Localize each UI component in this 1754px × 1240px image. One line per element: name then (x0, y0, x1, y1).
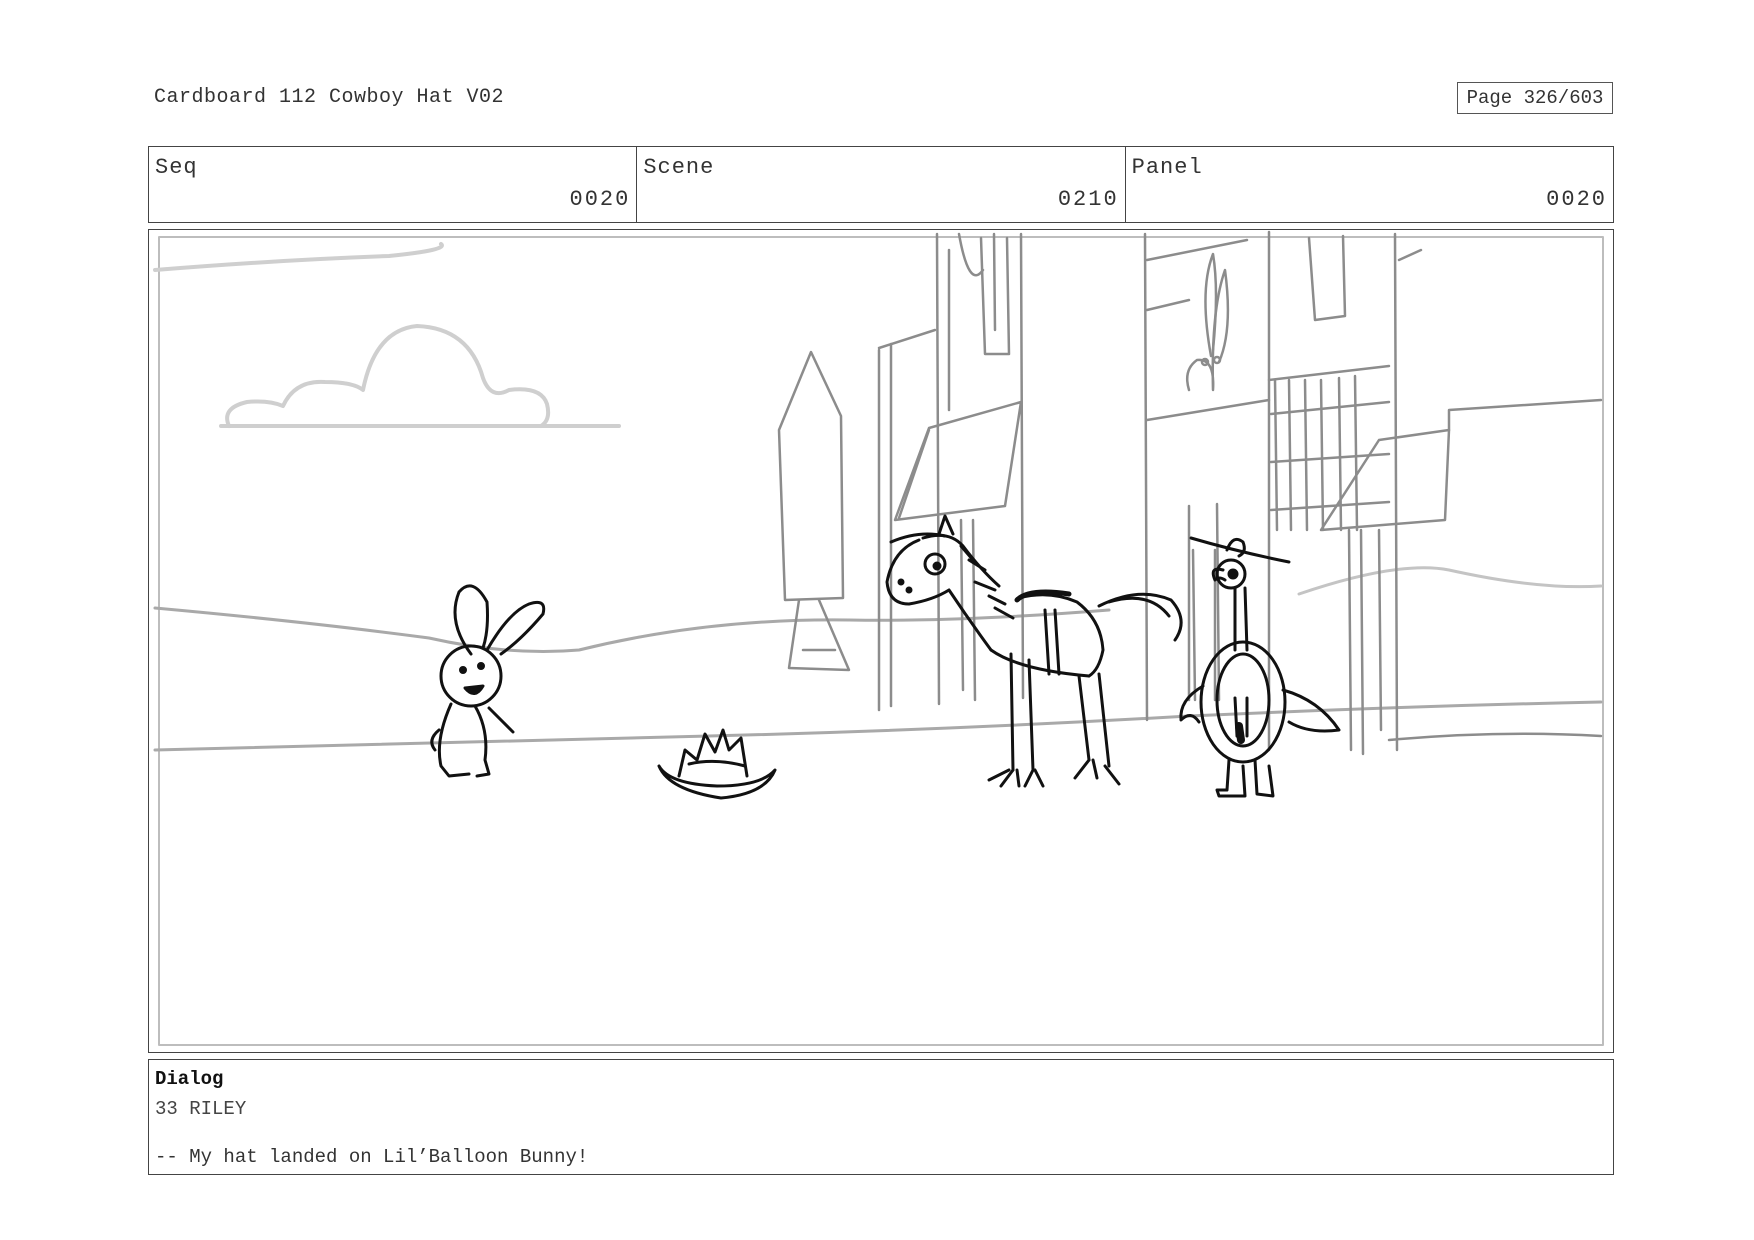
shot-info-table: Seq 0020 Scene 0210 Panel 0020 (148, 146, 1614, 223)
sky-sketch (153, 242, 621, 428)
bunny-character (430, 584, 546, 778)
cowboy-hat-sketch (657, 728, 777, 800)
seq-label: Seq (155, 155, 198, 180)
scene-label: Scene (643, 155, 715, 180)
dialog-heading: Dialog (155, 1068, 224, 1090)
panel-label: Panel (1131, 155, 1203, 180)
page-number: Page 326/603 (1457, 82, 1613, 114)
seq-value: 0020 (569, 187, 631, 212)
document-title: Cardboard 112 Cowboy Hat V02 (154, 86, 505, 109)
scene-value: 0210 (1057, 187, 1119, 212)
panel-value: 0020 (1546, 187, 1607, 212)
dialog-speaker: 33 RILEY (155, 1098, 247, 1120)
storyboard-frame (148, 229, 1614, 1053)
western-town-buildings (777, 230, 1603, 756)
dialog-line: -- My hat landed on Lil’Balloon Bunny! (155, 1146, 589, 1168)
ostrich-character (1179, 536, 1341, 798)
scene-cell: Scene 0210 (637, 147, 1126, 222)
dialog-box: Dialog 33 RILEY -- My hat landed on Lil’… (148, 1059, 1614, 1175)
safe-area-frame (158, 236, 1604, 1046)
seq-cell: Seq 0020 (149, 147, 638, 222)
panel-cell: Panel 0020 (1126, 147, 1613, 222)
storyboard-sketch (153, 230, 1604, 1046)
horse-character (885, 514, 1183, 788)
